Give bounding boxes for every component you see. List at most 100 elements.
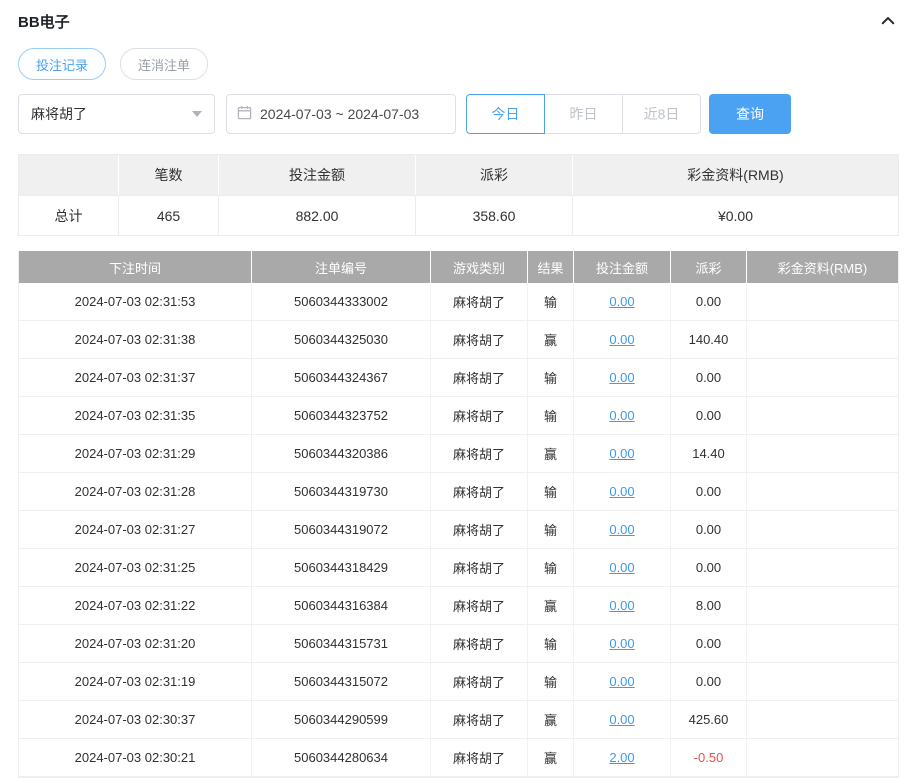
quick-last8days-button[interactable]: 近8日 bbox=[622, 94, 701, 134]
result-cell: 输 bbox=[528, 359, 574, 396]
bonus-cell bbox=[747, 701, 898, 738]
bet-amount-link[interactable]: 0.00 bbox=[609, 332, 634, 347]
bet-amount-link[interactable]: 2.00 bbox=[609, 750, 634, 765]
chevron-down-icon bbox=[192, 111, 202, 117]
col-header-bet-amount: 投注金额 bbox=[574, 251, 671, 283]
summary-header-bet: 投注金额 bbox=[219, 155, 416, 195]
game-category-cell: 麻将胡了 bbox=[431, 397, 528, 434]
result-cell: 输 bbox=[528, 473, 574, 510]
bet-time-cell: 2024-07-03 02:30:21 bbox=[19, 739, 252, 776]
table-row: 2024-07-03 02:30:37 5060344290599 麻将胡了 赢… bbox=[19, 701, 898, 739]
col-header-bonus: 彩金资料(RMB) bbox=[747, 251, 898, 283]
col-header-order-number: 注单编号 bbox=[252, 251, 431, 283]
col-header-result: 结果 bbox=[528, 251, 574, 283]
bonus-cell bbox=[747, 321, 898, 358]
bet-amount-link[interactable]: 0.00 bbox=[609, 522, 634, 537]
bet-amount-link[interactable]: 0.00 bbox=[609, 484, 634, 499]
filter-bar: 麻将胡了 2024-07-03 ~ 2024-07-03 今日 昨日 近8日 查… bbox=[18, 94, 899, 134]
summary-header-blank bbox=[19, 155, 119, 195]
col-header-game-category: 游戏类别 bbox=[431, 251, 528, 283]
quick-yesterday-button[interactable]: 昨日 bbox=[544, 94, 623, 134]
bet-time-cell: 2024-07-03 02:31:20 bbox=[19, 625, 252, 662]
col-header-payout: 派彩 bbox=[671, 251, 747, 283]
summary-total-bet: 882.00 bbox=[219, 196, 416, 235]
summary-total-label: 总计 bbox=[19, 196, 119, 235]
order-number-cell: 5060344290599 bbox=[252, 701, 431, 738]
payout-cell: 8.00 bbox=[671, 587, 747, 624]
bonus-cell bbox=[747, 625, 898, 662]
payout-cell: 14.40 bbox=[671, 435, 747, 472]
game-select[interactable]: 麻将胡了 bbox=[18, 94, 215, 134]
bet-amount-link[interactable]: 0.00 bbox=[609, 712, 634, 727]
game-category-cell: 麻将胡了 bbox=[431, 663, 528, 700]
bet-time-cell: 2024-07-03 02:31:29 bbox=[19, 435, 252, 472]
summary-header-row: 笔数 投注金额 派彩 彩金资料(RMB) bbox=[19, 155, 898, 195]
chevron-up-icon bbox=[879, 17, 897, 33]
result-cell: 赢 bbox=[528, 701, 574, 738]
tab-bet-records[interactable]: 投注记录 bbox=[18, 48, 107, 80]
bet-amount-link[interactable]: 0.00 bbox=[609, 598, 634, 613]
bonus-cell bbox=[747, 473, 898, 510]
tab-canceled-orders[interactable]: 连消注单 bbox=[120, 48, 209, 80]
records-body: 2024-07-03 02:31:53 5060344333002 麻将胡了 输… bbox=[19, 283, 898, 777]
bet-amount-link[interactable]: 0.00 bbox=[609, 674, 634, 689]
bet-time-cell: 2024-07-03 02:31:22 bbox=[19, 587, 252, 624]
bet-amount-link[interactable]: 0.00 bbox=[609, 560, 634, 575]
result-cell: 赢 bbox=[528, 739, 574, 776]
col-header-bet-time: 下注时间 bbox=[19, 251, 252, 283]
table-row: 2024-07-03 02:31:28 5060344319730 麻将胡了 输… bbox=[19, 473, 898, 511]
payout-cell: 0.00 bbox=[671, 283, 747, 320]
result-cell: 输 bbox=[528, 625, 574, 662]
bet-time-cell: 2024-07-03 02:31:53 bbox=[19, 283, 252, 320]
collapse-button[interactable] bbox=[877, 10, 899, 32]
bet-time-cell: 2024-07-03 02:31:28 bbox=[19, 473, 252, 510]
game-category-cell: 麻将胡了 bbox=[431, 321, 528, 358]
quick-range-group: 今日 昨日 近8日 bbox=[466, 94, 701, 134]
date-range-input[interactable]: 2024-07-03 ~ 2024-07-03 bbox=[226, 94, 456, 134]
bet-amount-link[interactable]: 0.00 bbox=[609, 408, 634, 423]
order-number-cell: 5060344315731 bbox=[252, 625, 431, 662]
bonus-cell bbox=[747, 435, 898, 472]
order-number-cell: 5060344280634 bbox=[252, 739, 431, 776]
payout-cell: 0.00 bbox=[671, 397, 747, 434]
result-cell: 输 bbox=[528, 663, 574, 700]
summary-total-count: 465 bbox=[119, 196, 219, 235]
order-number-cell: 5060344319072 bbox=[252, 511, 431, 548]
bet-time-cell: 2024-07-03 02:31:25 bbox=[19, 549, 252, 586]
game-category-cell: 麻将胡了 bbox=[431, 701, 528, 738]
table-row: 2024-07-03 02:31:19 5060344315072 麻将胡了 输… bbox=[19, 663, 898, 701]
table-row: 2024-07-03 02:31:25 5060344318429 麻将胡了 输… bbox=[19, 549, 898, 587]
result-cell: 输 bbox=[528, 549, 574, 586]
table-row: 2024-07-03 02:31:29 5060344320386 麻将胡了 赢… bbox=[19, 435, 898, 473]
table-row: 2024-07-03 02:31:22 5060344316384 麻将胡了 赢… bbox=[19, 587, 898, 625]
bet-amount-link[interactable]: 0.00 bbox=[609, 446, 634, 461]
bonus-cell bbox=[747, 283, 898, 320]
summary-header-payout: 派彩 bbox=[416, 155, 573, 195]
bet-amount-link[interactable]: 0.00 bbox=[609, 370, 634, 385]
query-button[interactable]: 查询 bbox=[709, 94, 791, 134]
bet-amount-link[interactable]: 0.00 bbox=[609, 294, 634, 309]
summary-total-payout: 358.60 bbox=[416, 196, 573, 235]
game-category-cell: 麻将胡了 bbox=[431, 587, 528, 624]
game-category-cell: 麻将胡了 bbox=[431, 511, 528, 548]
payout-cell: 140.40 bbox=[671, 321, 747, 358]
bonus-cell bbox=[747, 511, 898, 548]
bet-time-cell: 2024-07-03 02:31:35 bbox=[19, 397, 252, 434]
bet-amount-link[interactable]: 0.00 bbox=[609, 636, 634, 651]
table-row: 2024-07-03 02:31:37 5060344324367 麻将胡了 输… bbox=[19, 359, 898, 397]
bet-time-cell: 2024-07-03 02:30:37 bbox=[19, 701, 252, 738]
quick-today-button[interactable]: 今日 bbox=[466, 94, 545, 134]
result-cell: 输 bbox=[528, 283, 574, 320]
page-title: BB电子 bbox=[18, 13, 70, 31]
payout-cell: 0.00 bbox=[671, 663, 747, 700]
bonus-cell bbox=[747, 739, 898, 776]
table-row: 2024-07-03 02:31:35 5060344323752 麻将胡了 输… bbox=[19, 397, 898, 435]
payout-cell: 0.00 bbox=[671, 511, 747, 548]
result-cell: 输 bbox=[528, 397, 574, 434]
game-category-cell: 麻将胡了 bbox=[431, 283, 528, 320]
bonus-cell bbox=[747, 663, 898, 700]
game-category-cell: 麻将胡了 bbox=[431, 359, 528, 396]
table-row: 2024-07-03 02:31:53 5060344333002 麻将胡了 输… bbox=[19, 283, 898, 321]
bet-time-cell: 2024-07-03 02:31:19 bbox=[19, 663, 252, 700]
result-cell: 赢 bbox=[528, 587, 574, 624]
